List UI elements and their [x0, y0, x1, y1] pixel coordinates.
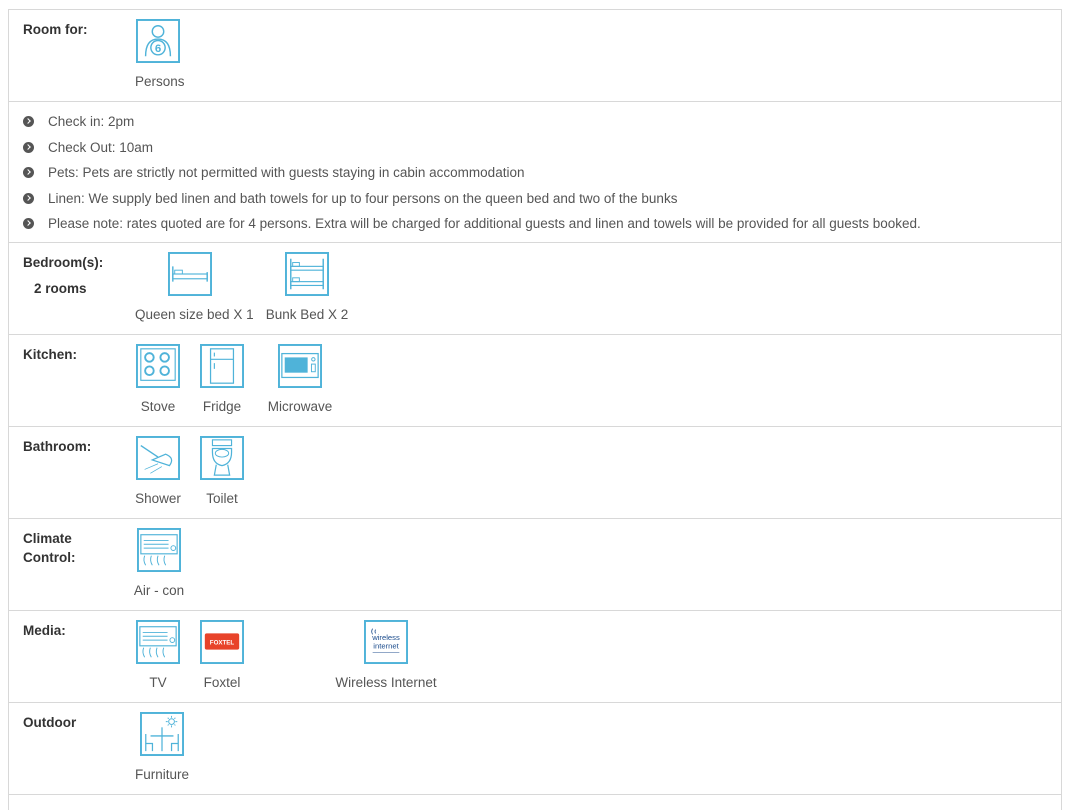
bedrooms-label: Bedroom(s): — [23, 255, 104, 270]
climate-label: Climate Control: — [23, 529, 75, 567]
toilet-item: Toilet — [199, 436, 245, 506]
kitchen-label: Kitchen: — [23, 347, 77, 362]
persons-count: 6 — [155, 43, 161, 55]
microwave-icon — [278, 344, 322, 388]
furniture-item: Furniture — [131, 712, 193, 782]
chevron-bullet-icon — [23, 192, 34, 204]
bathroom-label: Bathroom: — [23, 439, 92, 454]
furniture-caption: Furniture — [134, 767, 190, 782]
climate-label-line2: Control: — [23, 550, 76, 565]
toilet-caption: Toilet — [206, 491, 238, 506]
tv-icon — [136, 620, 180, 664]
foxtel-caption: Foxtel — [203, 675, 241, 690]
chevron-bullet-icon — [23, 141, 34, 153]
amenities-table: Room for: 6 Persons Check in: 2pm Check … — [8, 9, 1062, 810]
wireless-logo-line2: internet — [373, 642, 399, 651]
wireless-item: wireless internet Wireless Internet — [331, 620, 441, 690]
foxtel-logo-text: FOXTEL — [210, 639, 235, 646]
aircon-item: Air - con — [131, 528, 187, 598]
fridge-item: Fridge — [199, 344, 245, 414]
stove-item: Stove — [135, 344, 181, 414]
foxtel-logo-icon: FOXTEL — [200, 620, 244, 664]
stove-icon — [136, 344, 180, 388]
note-item: Check Out: 10am — [23, 137, 921, 163]
note-item: Pets: Pets are strictly not permitted wi… — [23, 162, 921, 188]
microwave-caption: Microwave — [267, 399, 333, 414]
outdoor-furniture-icon — [140, 712, 184, 756]
bunk-bed-item: Bunk Bed X 2 — [265, 252, 349, 322]
note-item: Please note: rates quoted are for 4 pers… — [23, 213, 921, 239]
fridge-caption: Fridge — [202, 399, 242, 414]
room-for-row: Room for: 6 Persons — [9, 10, 1061, 102]
person-icon: 6 — [136, 19, 180, 63]
chevron-bullet-icon — [23, 116, 34, 127]
bunk-bed-icon — [285, 252, 329, 296]
kitchen-row: Kitchen: Stove Fridge Microwave — [9, 335, 1061, 427]
air-conditioner-icon — [137, 528, 181, 572]
queen-bed-icon — [168, 252, 212, 296]
climate-row: Climate Control: Air - con — [9, 519, 1061, 611]
room-for-label: Room for: — [23, 22, 88, 37]
media-row: Media: TV FOXTEL Foxtel wireless interne… — [9, 611, 1061, 703]
note-item: Check in: 2pm — [23, 111, 921, 137]
wireless-caption: Wireless Internet — [335, 675, 437, 690]
toilet-icon — [200, 436, 244, 480]
stove-caption: Stove — [140, 399, 176, 414]
bedrooms-row: Bedroom(s): 2 rooms Queen size bed X 1 B… — [9, 243, 1061, 335]
notes-list: Check in: 2pm Check Out: 10am Pets: Pets… — [23, 111, 921, 239]
note-item: Linen: We supply bed linen and bath towe… — [23, 188, 921, 214]
chevron-bullet-icon — [23, 218, 34, 229]
rooms-count: 2 rooms — [34, 281, 87, 296]
queen-bed-item: Queen size bed X 1 — [135, 252, 254, 322]
tv-item: TV — [135, 620, 181, 690]
outdoor-label: Outdoor — [23, 715, 77, 730]
wireless-internet-icon: wireless internet — [364, 620, 408, 664]
outdoor-row: Outdoor Furniture — [9, 703, 1061, 795]
aircon-caption: Air - con — [133, 583, 185, 598]
bathroom-row: Bathroom: Shower Toilet — [9, 427, 1061, 519]
notes-row: Check in: 2pm Check Out: 10am Pets: Pets… — [9, 102, 1061, 243]
microwave-item: Microwave — [267, 344, 333, 414]
tv-caption: TV — [149, 675, 167, 690]
persons-caption: Persons — [135, 74, 185, 89]
climate-label-line1: Climate — [23, 531, 72, 546]
shower-caption: Shower — [135, 491, 181, 506]
media-label: Media: — [23, 623, 66, 638]
queen-bed-caption: Queen size bed X 1 — [135, 307, 254, 322]
bunk-bed-caption: Bunk Bed X 2 — [265, 307, 349, 322]
foxtel-item: FOXTEL Foxtel — [199, 620, 245, 690]
persons-item: 6 Persons — [135, 19, 185, 89]
chevron-bullet-icon — [23, 167, 34, 178]
fridge-icon — [200, 344, 244, 388]
shower-item: Shower — [135, 436, 181, 506]
shower-icon — [136, 436, 180, 480]
